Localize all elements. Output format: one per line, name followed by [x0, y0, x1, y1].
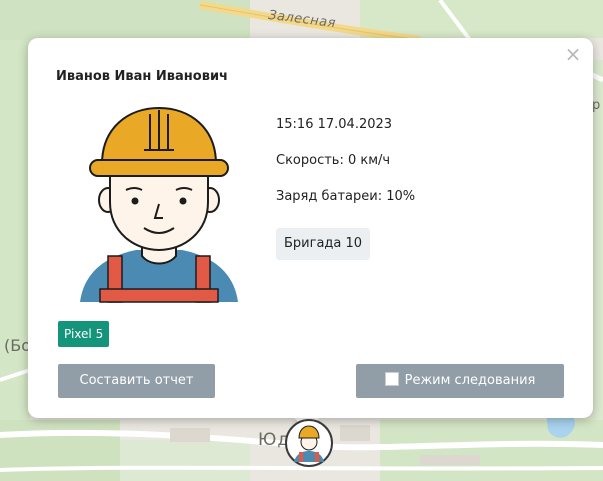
create-report-button[interactable]: Составить отчет: [58, 364, 215, 398]
battery-text: Заряд батареи: 10%: [276, 189, 416, 204]
last-update-timestamp: 15:16 17.04.2023: [276, 117, 393, 132]
speed-text: Скорость: 0 км/ч: [276, 153, 391, 168]
worker-avatar-icon: [80, 106, 238, 303]
follow-mode-label: Режим следования: [404, 373, 536, 388]
device-badge: Pixel 5: [58, 321, 110, 347]
map-edge-label-left: (Бо: [4, 336, 32, 355]
create-report-label: Составить отчет: [79, 373, 194, 388]
worker-map-marker[interactable]: [284, 418, 334, 468]
follow-mode-button[interactable]: Режим следования: [356, 364, 564, 398]
map-edge-label-right: р: [592, 98, 601, 113]
close-icon[interactable]: ×: [563, 44, 583, 64]
follow-mode-checkbox[interactable]: [384, 372, 399, 386]
worker-info-popup: × Иванов Иван Иванович 15:16 17.04.2023 …: [28, 38, 593, 418]
team-badge: Бригада 10: [276, 228, 371, 260]
worker-name: Иванов Иван Иванович: [56, 69, 228, 84]
